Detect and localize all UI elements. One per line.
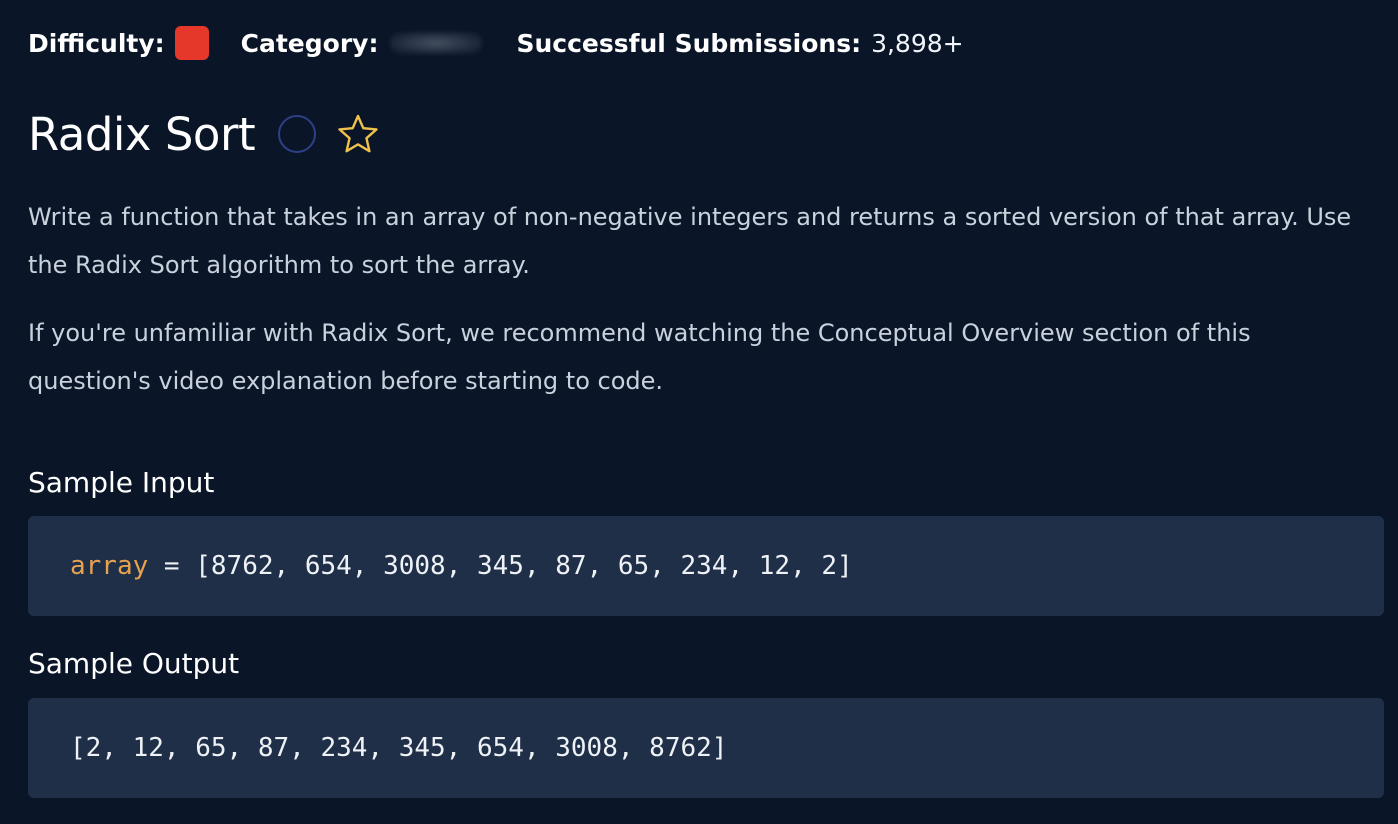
title-row: Radix Sort — [28, 104, 379, 164]
question-meta-row: Difficulty: Category: Successful Submiss… — [28, 24, 964, 62]
code-output-value: [2, 12, 65, 87, 234, 345, 654, 3008, 876… — [70, 733, 728, 763]
category-label: Category: — [240, 28, 379, 58]
code-assignment: = [8762, 654, 3008, 345, 87, 65, 234, 12… — [148, 551, 853, 581]
description-paragraph: Write a function that takes in an array … — [28, 203, 1352, 279]
submissions-count: 3,898+ — [871, 28, 964, 58]
sample-input-code-block: array = [8762, 654, 3008, 345, 87, 65, 2… — [28, 516, 1384, 616]
submissions-label: Successful Submissions: — [516, 28, 862, 58]
circle-outline-icon[interactable] — [277, 114, 317, 154]
sample-input-heading: Sample Input — [28, 466, 215, 499]
sample-output-heading: Sample Output — [28, 647, 240, 680]
difficulty-label: Difficulty: — [28, 28, 165, 58]
category-value-redacted — [390, 32, 483, 54]
code-variable-name: array — [70, 551, 149, 581]
page-title: Radix Sort — [28, 107, 256, 161]
star-outline-icon[interactable] — [337, 113, 379, 155]
sample-output-code-block: [2, 12, 65, 87, 234, 345, 654, 3008, 876… — [28, 698, 1384, 798]
description-paragraph: If you're unfamiliar with Radix Sort, we… — [28, 319, 1251, 395]
difficulty-indicator — [174, 26, 209, 60]
